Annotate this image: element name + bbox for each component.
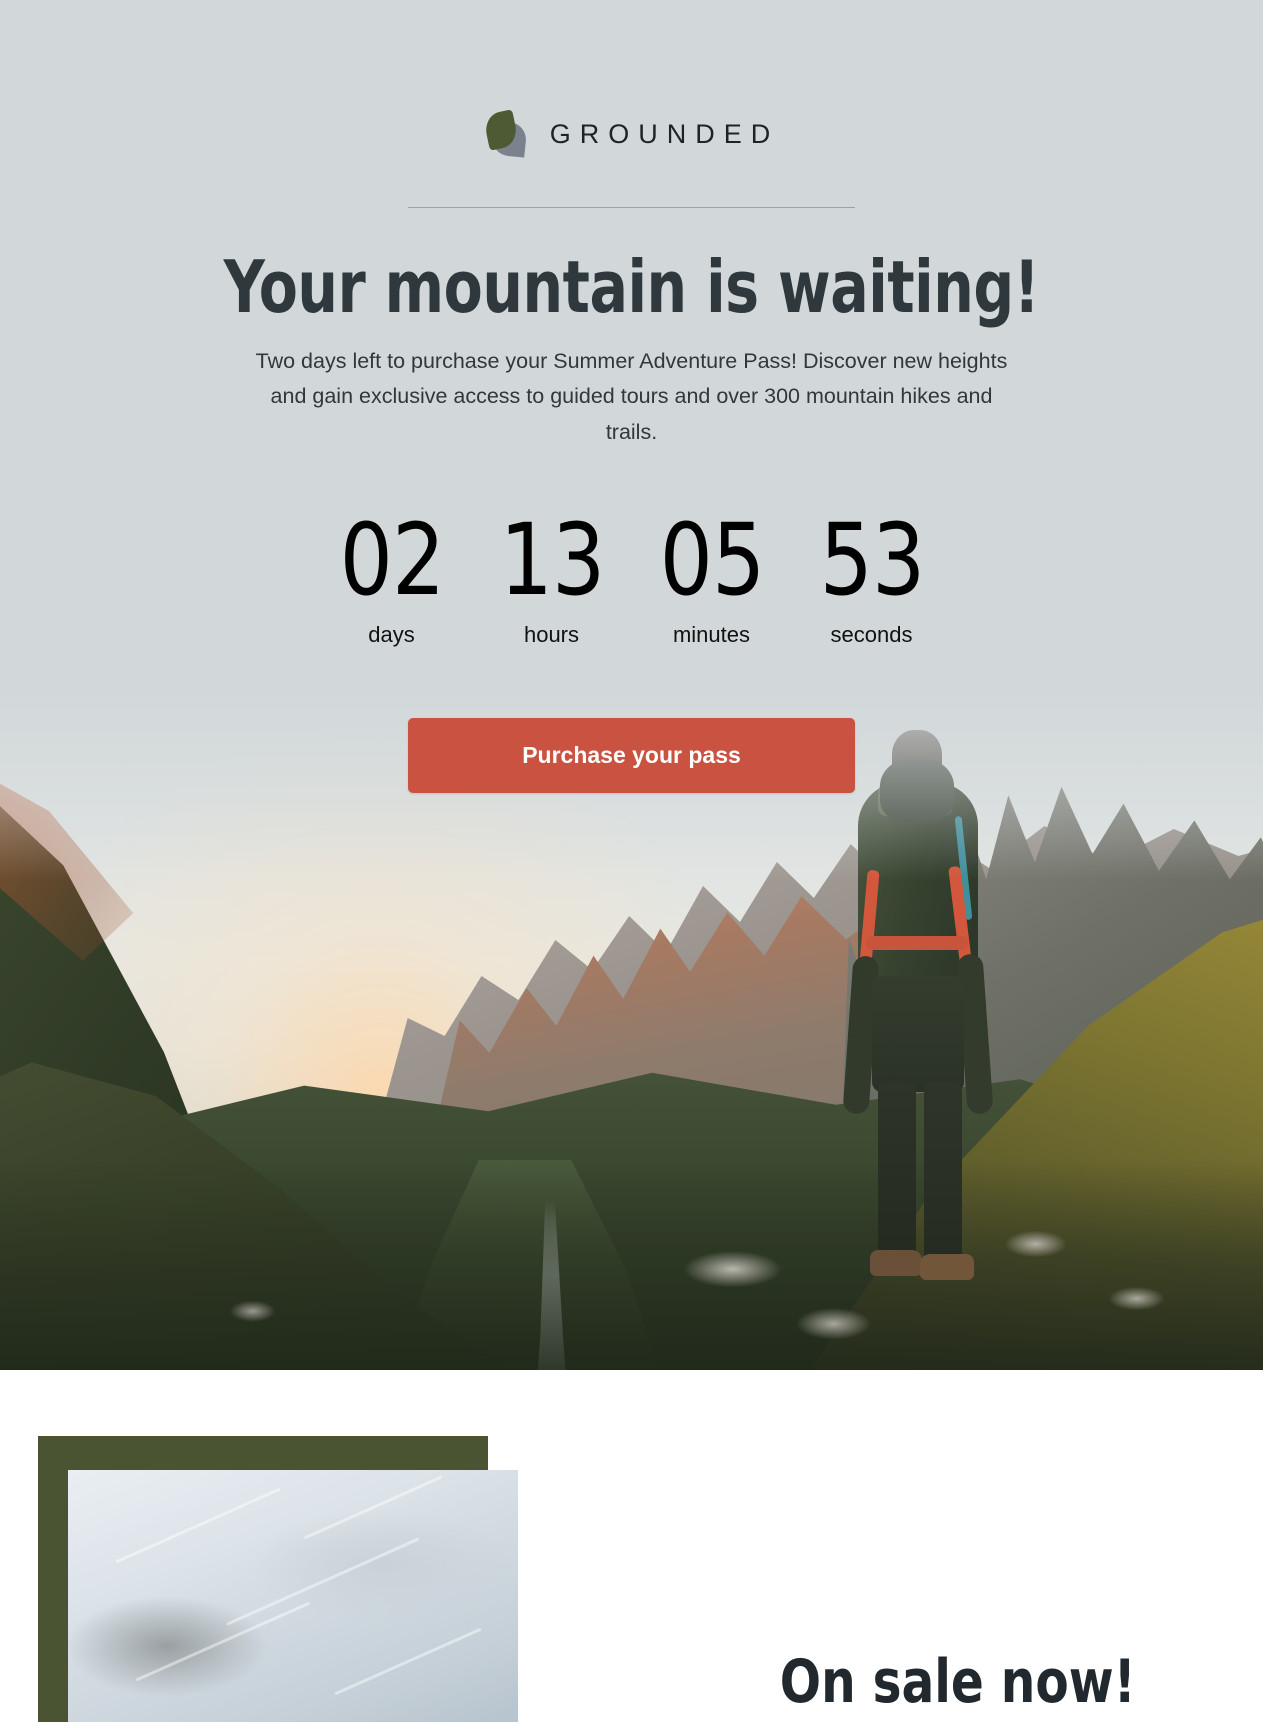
purchase-pass-button[interactable]: Purchase your pass (408, 717, 855, 793)
header-divider (408, 207, 855, 208)
countdown-timer: 02 days 13 hours 05 minutes 53 seconds (0, 511, 1263, 648)
hiker-leg-right (924, 1082, 962, 1264)
countdown-unit-seconds: 53 seconds (792, 511, 952, 648)
foreground-rocks (0, 1160, 1263, 1370)
countdown-value-hours: 13 (499, 502, 605, 618)
brand-name: GROUNDED (549, 118, 780, 149)
countdown-label-seconds: seconds (830, 621, 913, 647)
countdown-unit-minutes: 05 minutes (632, 511, 792, 648)
hiker-boot-right (920, 1254, 974, 1280)
countdown-value-days: 02 (339, 502, 445, 618)
countdown-unit-hours: 13 hours (472, 511, 632, 648)
hiker-boot-left (870, 1250, 922, 1276)
hero-section: GROUNDED Your mountain is waiting! Two d… (0, 0, 1263, 1370)
on-sale-heading: On sale now! (779, 1647, 1136, 1717)
brand-header: GROUNDED (0, 0, 1263, 160)
countdown-label-minutes: minutes (672, 621, 751, 647)
countdown-label-days: days (368, 621, 415, 647)
on-sale-section: On sale now! (0, 1370, 1263, 1722)
countdown-label-hours: hours (523, 621, 580, 647)
hiker-leg-left (878, 1082, 916, 1260)
cta-container: Purchase your pass (0, 717, 1263, 793)
page-title: Your mountain is waiting! (223, 245, 1040, 329)
hero-description: Two days left to purchase your Summer Ad… (255, 348, 1008, 444)
countdown-unit-days: 02 days (312, 511, 472, 648)
countdown-value-seconds: 53 (819, 502, 925, 618)
leaf-icon (482, 108, 528, 160)
hiker-torso (872, 976, 964, 1092)
snow-mountain-image (68, 1470, 518, 1722)
countdown-value-minutes: 05 (659, 502, 765, 618)
backpack-hip-belt (866, 936, 968, 950)
